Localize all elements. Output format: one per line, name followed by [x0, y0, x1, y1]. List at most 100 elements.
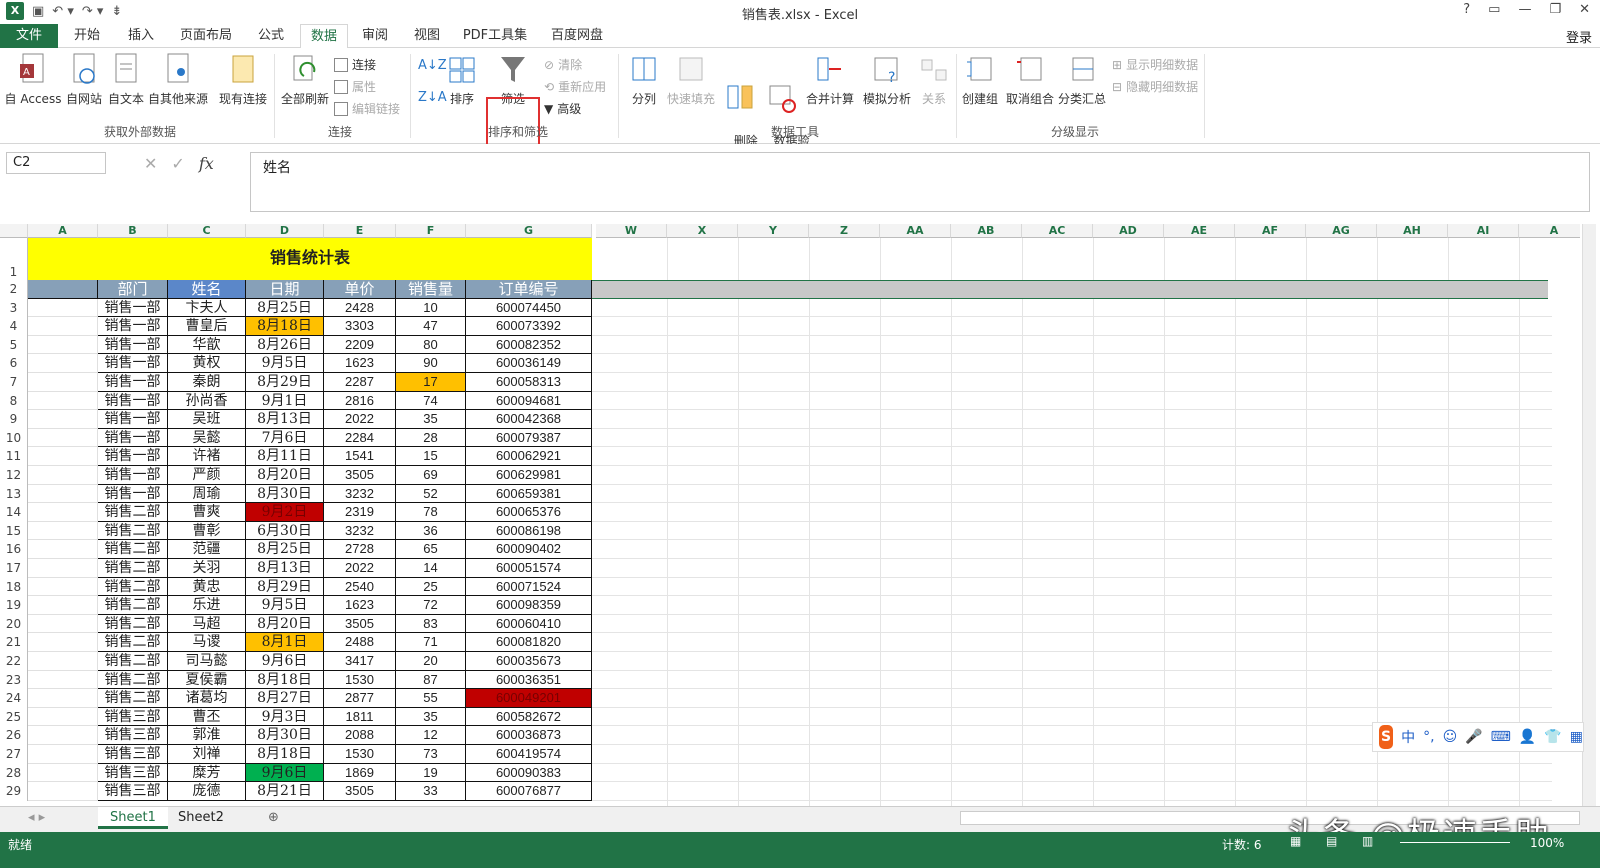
tab-pdf-tools[interactable]: PDF工具集 — [462, 24, 528, 48]
restore-icon[interactable]: ❐ — [1549, 2, 1561, 17]
column-header[interactable]: AI — [1448, 224, 1519, 238]
sheet-tab-sheet2[interactable]: Sheet2 — [166, 807, 236, 829]
normal-view-icon[interactable]: ▦ — [1290, 834, 1301, 848]
table-cell[interactable]: 秦朗 — [168, 373, 246, 392]
table-cell[interactable]: 8月18日 — [246, 670, 324, 690]
row-header[interactable]: 13 — [0, 484, 28, 504]
row-header[interactable]: 3 — [0, 298, 28, 318]
table-cell[interactable]: 600036149 — [466, 354, 592, 373]
table-cell[interactable]: 销售一部 — [98, 391, 168, 411]
table-header-cell[interactable]: 订单编号 — [466, 280, 592, 299]
table-cell[interactable]: 黄权 — [168, 354, 246, 373]
column-header[interactable]: D — [246, 224, 324, 238]
close-icon[interactable]: ✕ — [1579, 2, 1590, 17]
table-cell[interactable]: 52 — [396, 484, 466, 504]
table-cell[interactable]: 销售一部 — [98, 298, 168, 318]
table-cell[interactable]: 9月3日 — [246, 707, 324, 727]
table-cell[interactable]: 销售三部 — [98, 763, 168, 783]
table-cell[interactable]: 销售一部 — [98, 484, 168, 504]
table-cell[interactable] — [28, 428, 98, 448]
consolidate-button[interactable]: 合并计算 — [804, 52, 856, 107]
table-cell[interactable]: 周瑜 — [168, 484, 246, 504]
table-cell[interactable]: 8月20日 — [246, 614, 324, 634]
column-header[interactable]: A — [28, 224, 98, 238]
row-header[interactable]: 16 — [0, 540, 28, 559]
table-cell[interactable]: 吴班 — [168, 410, 246, 429]
table-cell[interactable]: 600036873 — [466, 726, 592, 745]
table-cell[interactable]: 600074450 — [466, 298, 592, 318]
table-cell[interactable]: 3417 — [324, 652, 396, 671]
reapply-button[interactable]: ⟲ 重新应用 — [544, 78, 606, 95]
row-header[interactable]: 7 — [0, 373, 28, 392]
table-cell[interactable]: 8月27日 — [246, 689, 324, 708]
row-header[interactable]: 20 — [0, 614, 28, 634]
column-header[interactable]: AC — [1022, 224, 1093, 238]
table-cell[interactable]: 35 — [396, 410, 466, 429]
show-detail-button[interactable]: ⊞ 显示明细数据 — [1112, 56, 1198, 73]
sheet-title[interactable]: 销售统计表 — [28, 238, 592, 280]
table-cell[interactable]: 9月5日 — [246, 354, 324, 373]
table-cell[interactable]: 600042368 — [466, 410, 592, 429]
table-cell[interactable]: 马超 — [168, 614, 246, 634]
row-header[interactable]: 19 — [0, 596, 28, 615]
table-cell[interactable]: 600082352 — [466, 335, 592, 355]
column-header[interactable]: G — [466, 224, 592, 238]
minimize-icon[interactable]: — — [1518, 2, 1531, 17]
table-cell[interactable]: 600629981 — [466, 466, 592, 485]
what-if-analysis-button[interactable]: ? 模拟分析 — [860, 52, 914, 107]
relationships-button[interactable]: 关系 — [918, 52, 950, 107]
table-cell[interactable]: 销售一部 — [98, 447, 168, 466]
table-cell[interactable]: 范疆 — [168, 540, 246, 559]
table-cell[interactable]: 曹彰 — [168, 521, 246, 541]
table-cell[interactable] — [28, 596, 98, 615]
table-cell[interactable]: 69 — [396, 466, 466, 485]
table-header-cell[interactable]: 姓名 — [168, 280, 246, 299]
table-cell[interactable]: 销售三部 — [98, 745, 168, 764]
table-cell[interactable]: 600419574 — [466, 745, 592, 764]
column-header[interactable]: AG — [1306, 224, 1377, 238]
table-cell[interactable]: 600076877 — [466, 782, 592, 801]
table-cell[interactable]: 87 — [396, 670, 466, 690]
table-cell[interactable]: 1541 — [324, 447, 396, 466]
table-cell[interactable]: 乐进 — [168, 596, 246, 615]
table-cell[interactable]: 销售三部 — [98, 707, 168, 727]
table-cell[interactable] — [28, 707, 98, 727]
table-header-cell[interactable]: 单价 — [324, 280, 396, 299]
table-cell[interactable]: 9月1日 — [246, 391, 324, 411]
table-cell[interactable]: 600062921 — [466, 447, 592, 466]
column-header[interactable]: A — [1519, 224, 1580, 238]
user-icon[interactable]: 👤 — [1519, 729, 1536, 745]
ime-language[interactable]: 中 — [1401, 727, 1415, 747]
table-cell[interactable]: 马谡 — [168, 633, 246, 652]
table-cell[interactable]: 7月6日 — [246, 428, 324, 448]
table-cell[interactable]: 销售一部 — [98, 354, 168, 373]
table-cell[interactable]: 销售三部 — [98, 782, 168, 801]
table-cell[interactable]: 600035673 — [466, 652, 592, 671]
tab-baidu-netdisk[interactable]: 百度网盘 — [546, 24, 608, 48]
from-access-button[interactable]: A 自 Access — [4, 52, 62, 107]
table-cell[interactable]: 2428 — [324, 298, 396, 318]
table-cell[interactable]: 600090402 — [466, 540, 592, 559]
row-header[interactable]: 21 — [0, 633, 28, 652]
table-cell[interactable]: 600073392 — [466, 317, 592, 336]
table-cell[interactable] — [28, 540, 98, 559]
table-header-cell[interactable]: 部门 — [98, 280, 168, 299]
table-cell[interactable]: 华歆 — [168, 335, 246, 355]
column-header[interactable]: E — [324, 224, 396, 238]
table-cell[interactable]: 8月29日 — [246, 577, 324, 597]
table-cell[interactable]: 8月30日 — [246, 484, 324, 504]
table-cell[interactable]: 1869 — [324, 763, 396, 783]
row-header[interactable]: 5 — [0, 335, 28, 355]
table-cell[interactable]: 3505 — [324, 466, 396, 485]
row-header[interactable]: 9 — [0, 410, 28, 429]
table-cell[interactable]: 2816 — [324, 391, 396, 411]
table-cell[interactable]: 1623 — [324, 354, 396, 373]
prev-sheet-icon[interactable]: ◂ ▸ — [16, 807, 57, 829]
table-cell[interactable]: 36 — [396, 521, 466, 541]
sort-az-icon[interactable]: A↓Z — [418, 58, 447, 73]
table-cell[interactable]: 8月21日 — [246, 782, 324, 801]
table-cell[interactable]: 600098359 — [466, 596, 592, 615]
table-cell[interactable]: 2319 — [324, 503, 396, 522]
row-header[interactable]: 25 — [0, 707, 28, 727]
table-cell[interactable]: 2088 — [324, 726, 396, 745]
